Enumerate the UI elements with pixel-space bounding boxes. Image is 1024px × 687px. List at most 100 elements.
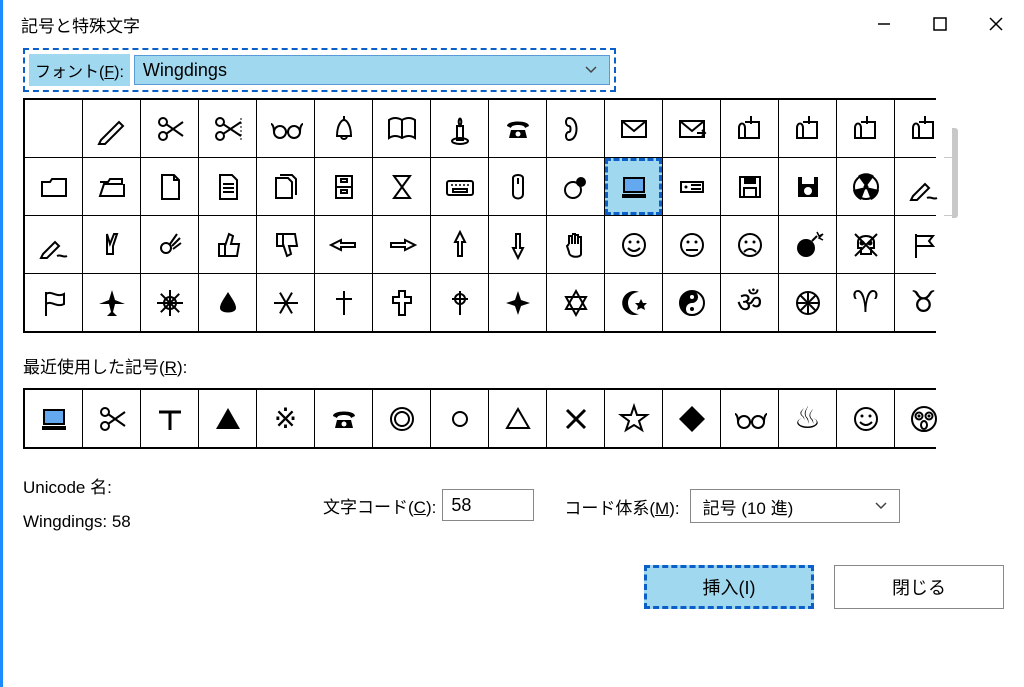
symbol-cell-point-left[interactable]: [315, 216, 372, 273]
chevron-down-icon: [585, 64, 605, 76]
symbol-cell-folder-open[interactable]: [83, 158, 140, 215]
recent-cell-smile[interactable]: [837, 390, 894, 447]
recent-cell-tee[interactable]: [141, 390, 198, 447]
recent-cell-flushed[interactable]: [895, 390, 952, 447]
symbol-cell-pencil[interactable]: [83, 100, 140, 157]
recent-cell-multiply[interactable]: [547, 390, 604, 447]
symbol-cell-snowflake[interactable]: [257, 274, 314, 331]
symbol-grid: ॐ♈︎♉︎: [23, 98, 936, 333]
font-charname: Wingdings: 58: [23, 505, 323, 539]
recent-cell-star[interactable]: [605, 390, 662, 447]
symbol-cell-blank[interactable]: [25, 100, 82, 157]
symbol-cell-neutral[interactable]: [663, 216, 720, 273]
symbol-cell-sun[interactable]: [141, 274, 198, 331]
symbol-cell-victory[interactable]: [83, 216, 140, 273]
recent-cell-triangle-up[interactable]: [489, 390, 546, 447]
symbol-cell-file-cabinet[interactable]: [315, 158, 372, 215]
symbol-cell-bomb[interactable]: [779, 216, 836, 273]
symbol-cell-om[interactable]: ॐ: [721, 274, 778, 331]
symbol-cell-documents[interactable]: [257, 158, 314, 215]
symbol-cell-point-up[interactable]: [431, 216, 488, 273]
symbol-cell-mailbox-open[interactable]: [837, 100, 894, 157]
recent-cell-reference[interactable]: ※: [257, 390, 314, 447]
symbol-cell-hourglass[interactable]: [373, 158, 430, 215]
symbol-cell-scissors[interactable]: [141, 100, 198, 157]
symbol-cell-document[interactable]: [141, 158, 198, 215]
symbol-cell-yin-yang[interactable]: [663, 274, 720, 331]
recent-cell-glasses[interactable]: [721, 390, 778, 447]
symbol-cell-flag[interactable]: [895, 216, 952, 273]
symbol-cell-trackball[interactable]: [547, 158, 604, 215]
recent-cell-hotspring[interactable]: ♨: [779, 390, 836, 447]
symbol-cell-taurus[interactable]: ♉︎: [895, 274, 952, 331]
symbol-cell-mouse[interactable]: [489, 158, 546, 215]
recent-cell-circle-double[interactable]: [373, 390, 430, 447]
char-code-input[interactable]: [442, 489, 534, 521]
symbol-cell-mailbox-open2[interactable]: [895, 100, 952, 157]
insert-button[interactable]: 挿入(I): [644, 565, 814, 609]
font-label: フォント(F):: [29, 54, 130, 86]
recent-label: 最近使用した記号(R):: [23, 353, 1004, 378]
symbol-cell-bell[interactable]: [315, 100, 372, 157]
symbol-cell-droplet[interactable]: [199, 274, 256, 331]
symbol-cell-flag-wave[interactable]: [25, 274, 82, 331]
recent-grid: ※♨: [23, 388, 936, 449]
unicode-name-label: Unicode 名:: [23, 471, 323, 505]
recent-cell-circle-small[interactable]: [431, 390, 488, 447]
minimize-button[interactable]: [856, 0, 912, 48]
symbol-cell-floppy[interactable]: [721, 158, 778, 215]
symbol-cell-crescent[interactable]: [605, 274, 662, 331]
symbol-cell-write[interactable]: [895, 158, 952, 215]
font-dropdown[interactable]: Wingdings: [134, 55, 610, 85]
symbol-cell-glasses[interactable]: [257, 100, 314, 157]
symbol-cell-candle[interactable]: [431, 100, 488, 157]
symbol-cell-skull[interactable]: [837, 216, 894, 273]
maximize-button[interactable]: [912, 0, 968, 48]
symbol-cell-envelope-arrow[interactable]: [663, 100, 720, 157]
symbol-cell-point-down[interactable]: [489, 216, 546, 273]
close-button[interactable]: [968, 0, 1024, 48]
symbol-cell-smile[interactable]: [605, 216, 662, 273]
dialog-window: 記号と特殊文字 フォント(F): Wingdings ॐ ♈︎♉︎: [0, 0, 1024, 687]
symbol-cell-computer[interactable]: [605, 158, 662, 215]
symbol-cell-floppy2[interactable]: [779, 158, 836, 215]
symbol-cell-envelope[interactable]: [605, 100, 662, 157]
font-selector-group: フォント(F): Wingdings: [23, 48, 616, 92]
recent-cell-phone[interactable]: [315, 390, 372, 447]
symbol-cell-celtic-cross[interactable]: [431, 274, 488, 331]
symbol-cell-thumbs-up[interactable]: [199, 216, 256, 273]
symbol-cell-maltese-cross[interactable]: [489, 274, 546, 331]
char-code-label: 文字コード(C):: [323, 493, 436, 518]
code-system-dropdown[interactable]: 記号 (10 進): [690, 489, 900, 523]
symbol-cell-mailbox[interactable]: [721, 100, 778, 157]
symbol-cell-document-text[interactable]: [199, 158, 256, 215]
symbol-cell-frown[interactable]: [721, 216, 778, 273]
symbol-cell-hand-stop[interactable]: [547, 216, 604, 273]
symbol-cell-ok-hand[interactable]: [141, 216, 198, 273]
recent-cell-triangle-up-fill[interactable]: [199, 390, 256, 447]
symbol-cell-cross[interactable]: [315, 274, 372, 331]
symbol-cell-aries[interactable]: ♈︎: [837, 274, 894, 331]
symbol-cell-wheel[interactable]: [779, 274, 836, 331]
symbol-cell-handset[interactable]: [547, 100, 604, 157]
close-dialog-button[interactable]: 閉じる: [834, 565, 1004, 609]
symbol-cell-hdd[interactable]: [663, 158, 720, 215]
symbol-cell-radiation[interactable]: [837, 158, 894, 215]
recent-cell-computer[interactable]: [25, 390, 82, 447]
symbol-cell-keyboard[interactable]: [431, 158, 488, 215]
symbol-cell-write2[interactable]: [25, 216, 82, 273]
symbol-cell-phone[interactable]: [489, 100, 546, 157]
symbol-cell-folder[interactable]: [25, 158, 82, 215]
symbol-cell-mailbox-flag[interactable]: [779, 100, 836, 157]
titlebar: 記号と特殊文字: [3, 0, 1024, 48]
symbol-cell-book[interactable]: [373, 100, 430, 157]
recent-cell-scissors[interactable]: [83, 390, 140, 447]
symbol-cell-scissors-cut[interactable]: [199, 100, 256, 157]
symbol-cell-star-david[interactable]: [547, 274, 604, 331]
recent-cell-diamond-fill[interactable]: [663, 390, 720, 447]
symbol-cell-cross-outline[interactable]: [373, 274, 430, 331]
chevron-down-icon: [875, 500, 895, 512]
symbol-cell-thumbs-down[interactable]: [257, 216, 314, 273]
symbol-cell-airplane[interactable]: [83, 274, 140, 331]
symbol-cell-point-right[interactable]: [373, 216, 430, 273]
